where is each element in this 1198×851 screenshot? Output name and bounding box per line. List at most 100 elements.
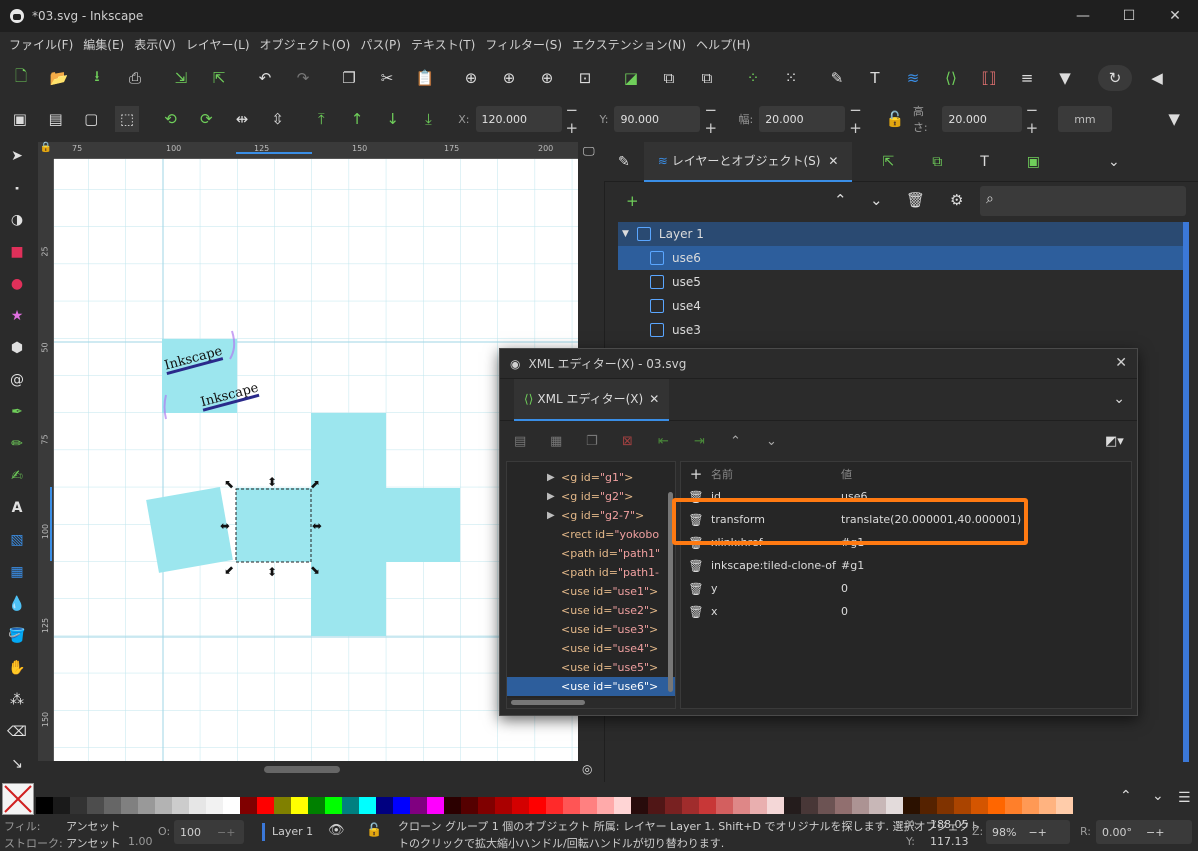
palette-swatch[interactable]	[682, 797, 699, 814]
xml-node-row[interactable]: ▶ <g id= "g1" >	[507, 468, 675, 487]
new-document-icon[interactable]: 🗋	[8, 65, 34, 91]
palette-swatch[interactable]	[835, 797, 852, 814]
selectors-icon[interactable]: ⟦⟧	[976, 65, 1002, 91]
palette-swatch[interactable]	[818, 797, 835, 814]
flip-vertical-icon[interactable]: ⇳	[266, 106, 290, 132]
palette-swatch[interactable]	[971, 797, 988, 814]
palette-swatch[interactable]	[121, 797, 138, 814]
tab-layers-objects[interactable]: ≋ レイヤーとオブジェクト(S) ✕	[643, 141, 853, 182]
select-all-layers-icon[interactable]: ▤	[44, 106, 68, 132]
text-font-icon[interactable]: T	[862, 65, 888, 91]
fill-indicator[interactable]: アンセット	[66, 818, 121, 834]
raise-icon[interactable]: ↑	[345, 106, 369, 132]
snap-toggle-icon[interactable]: ↻	[1098, 65, 1132, 91]
palette-swatch[interactable]	[308, 797, 325, 814]
palette-swatch[interactable]	[512, 797, 529, 814]
export-icon[interactable]: ⇱	[206, 65, 232, 91]
fill-stroke-icon[interactable]: ✎	[824, 65, 850, 91]
move-up-icon[interactable]: ⌃	[834, 191, 847, 209]
palette-swatch[interactable]	[767, 797, 784, 814]
redo-icon[interactable]: ↷	[290, 65, 316, 91]
palette-swatch[interactable]	[546, 797, 563, 814]
calligraphy-tool-icon[interactable]: ✍	[0, 460, 34, 492]
palette-swatch[interactable]	[529, 797, 546, 814]
xml-node-row[interactable]: <use id= "use2" >	[507, 601, 675, 620]
undo-icon[interactable]: ↶	[252, 65, 278, 91]
opacity-field[interactable]: 100 −+	[174, 820, 244, 844]
object-row[interactable]: use6	[618, 246, 1188, 270]
xml-node-row[interactable]: <use id= "use4" >	[507, 639, 675, 658]
mesh-tool-icon[interactable]: ▦	[0, 556, 34, 588]
attribute-row[interactable]: 🗑 inkscape:tiled-clone-of #g1	[681, 554, 1131, 577]
dialog-menu-icon[interactable]: ⌄	[1113, 391, 1125, 407]
current-layer-select[interactable]: Layer 1	[272, 825, 313, 838]
tweak-tool-icon[interactable]: ✋	[0, 652, 34, 684]
width-field[interactable]: 20.000	[759, 106, 846, 132]
zoom-page-icon[interactable]: ⊕	[534, 65, 560, 91]
touch-select-icon[interactable]: ⬚	[115, 106, 139, 132]
eraser-tool-icon[interactable]: ⌫	[0, 716, 34, 748]
expand-arrow-icon[interactable]: ▶	[547, 491, 561, 502]
minimize-button[interactable]: —	[1060, 0, 1106, 32]
palette-swatch[interactable]	[920, 797, 937, 814]
palette-swatch[interactable]	[988, 797, 1005, 814]
paste-icon[interactable]: 📋	[412, 65, 438, 91]
pen-tool-icon[interactable]: ✒	[0, 396, 34, 428]
dropper-tool-icon[interactable]: 💧	[0, 588, 34, 620]
snap-popover-icon[interactable]: ◀	[1144, 65, 1170, 91]
move-down-icon[interactable]: ⌄	[870, 191, 883, 209]
lower-icon[interactable]: ↓	[381, 106, 405, 132]
stroke-indicator[interactable]: アンセット	[66, 835, 121, 851]
no-paint-swatch-icon[interactable]	[2, 783, 34, 815]
x-stepper[interactable]: −+	[566, 101, 590, 137]
new-element-node-icon[interactable]: ▤	[514, 434, 536, 449]
palette-swatch[interactable]	[750, 797, 767, 814]
dialog-titlebar[interactable]: ◉ XML エディター(X) - 03.svg ✕	[500, 349, 1137, 379]
palette-swatch[interactable]	[954, 797, 971, 814]
layer-visibility-icon[interactable]: 👁	[328, 823, 345, 838]
unindent-node-icon[interactable]: ⇤	[658, 434, 680, 449]
raise-top-icon[interactable]: ⤒	[310, 106, 334, 132]
object-row[interactable]: use4	[618, 294, 1188, 318]
xml-node-row[interactable]: ▶ <g id= "g2" >	[507, 487, 675, 506]
palette-swatch[interactable]	[104, 797, 121, 814]
stroke-width-value[interactable]: 1.00	[128, 835, 153, 848]
horizontal-ruler[interactable]: 75 100 125 150 175 200	[54, 142, 578, 159]
palette-swatch[interactable]	[648, 797, 665, 814]
more-controls-icon[interactable]: ▼	[1162, 106, 1186, 132]
delete-node-icon[interactable]: ⊠	[622, 434, 644, 449]
new-text-node-icon[interactable]: ▦	[550, 434, 572, 449]
delete-attribute-icon[interactable]: 🗑	[681, 559, 711, 573]
spray-tool-icon[interactable]: ⁂	[0, 684, 34, 716]
clone-icon[interactable]: ⧉	[656, 65, 682, 91]
search-input[interactable]: ⌕	[980, 186, 1186, 216]
menu-object[interactable]: オブジェクト(O)	[255, 36, 356, 53]
delete-attribute-icon[interactable]: 🗑	[681, 582, 711, 596]
dock-menu-icon[interactable]: ⌄	[1094, 142, 1134, 182]
attribute-row[interactable]: 🗑 y 0	[681, 577, 1131, 600]
menu-text[interactable]: テキスト(T)	[406, 36, 480, 53]
palette-swatch[interactable]	[87, 797, 104, 814]
copy-icon[interactable]: ❐	[336, 65, 362, 91]
print-icon[interactable]: ⎙	[122, 65, 148, 91]
palette-swatch[interactable]	[1039, 797, 1056, 814]
close-tab-icon[interactable]: ✕	[649, 392, 659, 406]
palette-scroll-up-icon[interactable]: ⌃	[1120, 788, 1132, 804]
menu-edit[interactable]: 編集(E)	[78, 36, 129, 53]
layer-row[interactable]: ▼ Layer 1	[618, 222, 1188, 246]
palette-swatch[interactable]	[597, 797, 614, 814]
cut-icon[interactable]: ✂	[374, 65, 400, 91]
unlink-clone-icon[interactable]: ⧉	[694, 65, 720, 91]
palette-swatch[interactable]	[427, 797, 444, 814]
palette-swatch[interactable]	[342, 797, 359, 814]
node-tool-icon[interactable]: ⬝	[0, 172, 34, 204]
horizontal-scrollbar[interactable]	[264, 766, 340, 773]
y-field[interactable]: 90.000	[614, 106, 701, 132]
xml-tab-icon[interactable]: ⧉	[918, 142, 956, 182]
x-field[interactable]: 120.000	[475, 106, 562, 132]
xml-node-row[interactable]: ▶ <g id= "g2-7" >	[507, 506, 675, 525]
palette-swatch[interactable]	[444, 797, 461, 814]
layout-menu-icon[interactable]: ◩▾	[1105, 434, 1127, 449]
palette-swatch[interactable]	[1005, 797, 1022, 814]
delete-attribute-icon[interactable]: 🗑	[681, 605, 711, 619]
